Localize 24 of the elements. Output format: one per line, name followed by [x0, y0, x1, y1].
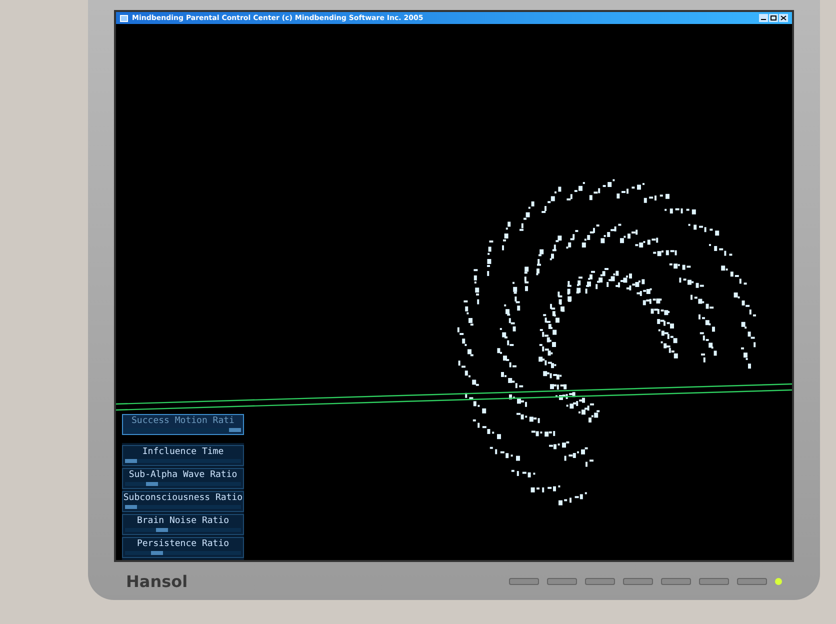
slider-thumb[interactable]: [151, 551, 163, 555]
slider-label: Infcluence Time: [142, 447, 224, 458]
monitor-button[interactable]: [661, 578, 691, 584]
slider-thumb[interactable]: [229, 428, 241, 432]
monitor-button[interactable]: [623, 578, 653, 584]
slider-thumb[interactable]: [146, 482, 158, 486]
slider-thumb[interactable]: [156, 528, 168, 532]
slider-label: Success Motion Rati: [132, 416, 234, 427]
maximize-icon[interactable]: [769, 14, 778, 22]
monitor-button[interactable]: [547, 578, 577, 584]
monitor-button[interactable]: [737, 578, 767, 584]
slider-label: Persistence Ratio: [136, 539, 230, 550]
minimize-icon[interactable]: [759, 14, 768, 22]
slider-thumb[interactable]: [125, 459, 137, 463]
slider-label: Brain Noise Ratio: [136, 516, 230, 527]
close-icon[interactable]: [779, 14, 788, 22]
slider-label: Subconsciousness Ratio: [123, 493, 243, 504]
slider-label: Sub-Alpha Wave Ratio: [128, 470, 238, 481]
monitor-button[interactable]: [509, 578, 539, 584]
slider-thumb[interactable]: [125, 505, 137, 509]
brand-logo: Hansol: [126, 572, 188, 590]
monitor-button[interactable]: [585, 578, 615, 584]
monitor-button[interactable]: [699, 578, 729, 584]
app-icon: [120, 14, 128, 22]
